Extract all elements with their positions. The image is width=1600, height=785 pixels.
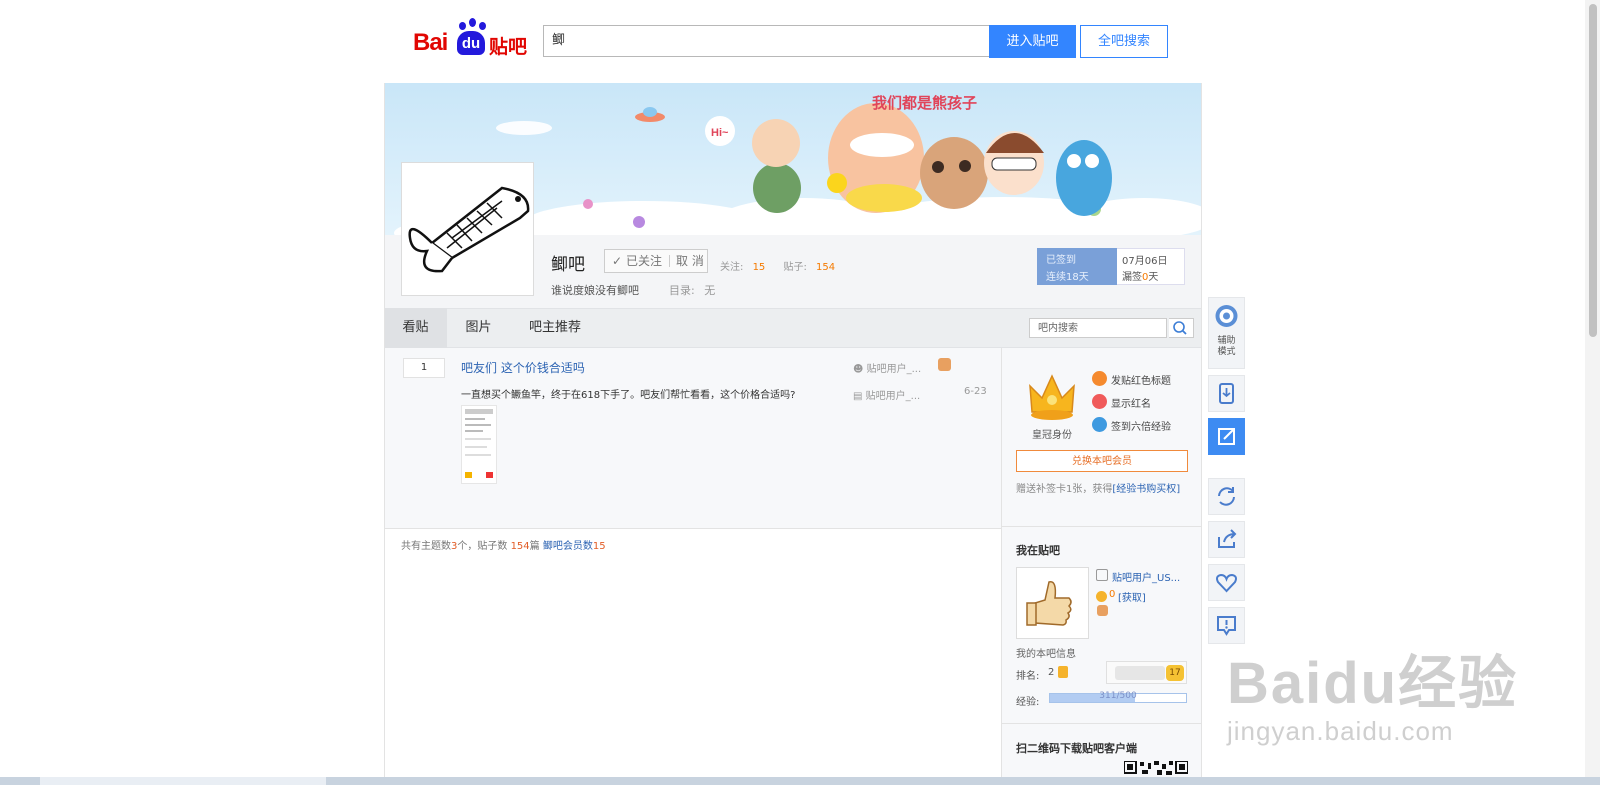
baidu-jingyan-watermark: Baidu经验 jingyan.baidu.com xyxy=(1227,636,1518,747)
watermark-url: jingyan.baidu.com xyxy=(1227,716,1454,746)
phone-download-icon xyxy=(1219,383,1234,404)
assist-mode-label: 辅助 xyxy=(1217,336,1236,346)
share-icon xyxy=(1218,529,1237,548)
share-button[interactable] xyxy=(1208,521,1245,558)
scrollbar-thumb[interactable] xyxy=(1589,4,1597,337)
global-search-button[interactable]: 全吧搜索 xyxy=(1080,25,1168,58)
search-input[interactable]: 鲫 xyxy=(543,25,989,57)
accessibility-icon xyxy=(1215,305,1238,327)
new-post-button[interactable] xyxy=(1208,418,1245,455)
favorite-button[interactable] xyxy=(1208,564,1245,601)
logo-bai: Bai xyxy=(413,29,448,56)
download-app-button[interactable] xyxy=(1208,375,1245,412)
edit-icon xyxy=(1218,428,1235,445)
baidu-tieba-logo[interactable]: Bai du 贴吧 xyxy=(413,18,528,58)
logo-tieba: 贴吧 xyxy=(489,36,528,58)
refresh-icon xyxy=(1218,487,1235,506)
logo-du-paw-icon: du xyxy=(457,31,485,55)
enter-forum-button[interactable]: 进入贴吧 xyxy=(989,25,1076,58)
heart-icon xyxy=(1216,573,1237,593)
taskbar-item[interactable] xyxy=(40,777,326,785)
frame-border xyxy=(384,83,1202,785)
refresh-button[interactable] xyxy=(1208,478,1245,515)
assist-mode-button[interactable]: 辅助 模式 xyxy=(1208,297,1245,369)
watermark-brand: Baidu经验 xyxy=(1227,651,1519,716)
